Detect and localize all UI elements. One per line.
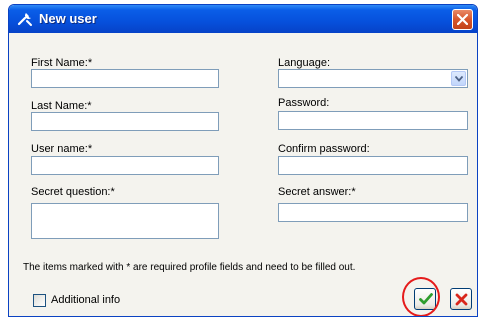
password-label: Password: <box>278 97 330 109</box>
close-button[interactable] <box>452 9 473 30</box>
new-user-dialog: New user First Name:* Last Name:* User n… <box>8 4 478 317</box>
secret-answer-field[interactable] <box>278 203 468 222</box>
title-bar[interactable]: New user <box>9 5 477 33</box>
last-name-field[interactable] <box>31 112 219 131</box>
additional-info-label[interactable]: Additional info <box>51 294 120 306</box>
window-title: New user <box>39 11 97 26</box>
user-name-field[interactable] <box>31 156 219 175</box>
language-select[interactable] <box>278 69 468 88</box>
secret-question-label: Secret question:* <box>31 186 115 198</box>
confirm-password-field[interactable] <box>278 156 468 175</box>
close-icon <box>457 14 468 25</box>
chevron-down-icon <box>455 76 463 82</box>
language-label: Language: <box>278 57 330 69</box>
user-name-label: User name:* <box>31 143 93 155</box>
secret-question-field[interactable] <box>31 203 219 239</box>
secret-answer-label: Secret answer:* <box>278 186 356 198</box>
last-name-label: Last Name:* <box>31 100 92 112</box>
first-name-label: First Name:* <box>31 57 93 69</box>
ok-button-highlight-circle <box>402 277 440 316</box>
required-fields-note: The items marked with * are required pro… <box>23 262 356 273</box>
additional-info-checkbox[interactable] <box>33 294 46 307</box>
tools-icon <box>17 11 33 27</box>
first-name-field[interactable] <box>31 69 219 88</box>
confirm-password-label: Confirm password: <box>278 143 370 155</box>
cancel-button[interactable] <box>450 288 472 310</box>
dropdown-arrow-button[interactable] <box>451 71 466 86</box>
password-field[interactable] <box>278 111 468 130</box>
red-x-icon <box>455 293 468 306</box>
